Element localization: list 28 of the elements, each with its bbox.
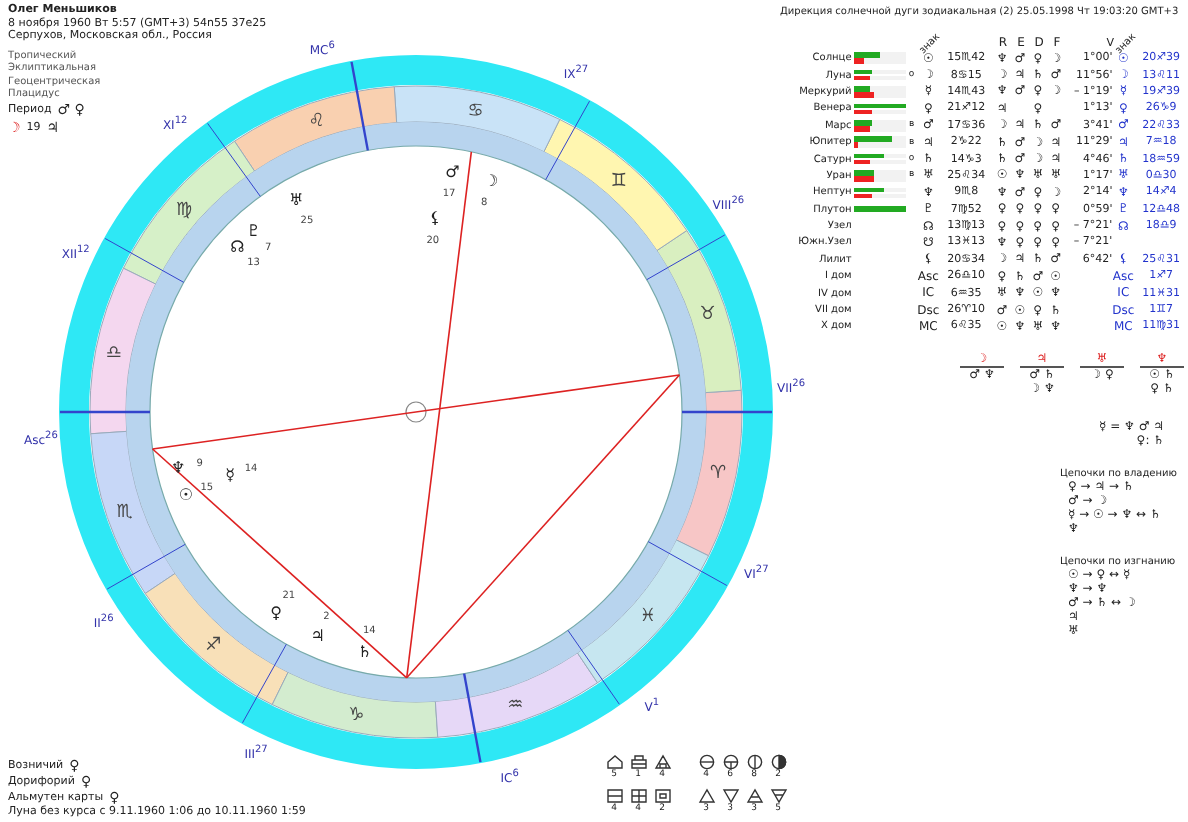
- planet-glyph: ♀: [270, 603, 282, 622]
- planet-glyph: ☿: [225, 466, 236, 485]
- zodiac-sign: ♍: [176, 201, 193, 222]
- tri-down-bar-icon: [769, 788, 787, 804]
- tri-up-bar-icon: [745, 788, 763, 804]
- zodiac-sign: ♉: [699, 304, 716, 325]
- zodiac-sign: ♈: [710, 463, 727, 484]
- planet-glyph: ☊: [230, 237, 245, 256]
- planet-glyph: ♆: [171, 458, 186, 477]
- zodiac-sign: ♓: [639, 606, 656, 627]
- zodiac-sign: ♎: [105, 344, 122, 365]
- planet-glyph: ⚸: [429, 208, 441, 227]
- planet-glyph: ☽: [483, 171, 499, 190]
- zodiac-sign: ♋: [467, 101, 484, 122]
- planet-glyph: ☉: [178, 485, 194, 504]
- tri-down-icon: [721, 788, 739, 804]
- zodiac-sign: ♒: [507, 695, 524, 716]
- planet-glyph: ♂: [445, 162, 460, 181]
- zodiac-sign: ♐: [205, 635, 222, 656]
- zodiac-sign: ♑: [348, 706, 365, 727]
- zodiac-sign: ♏: [116, 503, 133, 524]
- zodiac-sign: ♊: [610, 172, 627, 193]
- planet-glyph: ♃: [310, 627, 325, 646]
- zodiac-sign: ♌: [308, 112, 325, 133]
- planet-glyph: ♇: [246, 221, 261, 240]
- planet-glyph: ♅: [288, 191, 304, 210]
- planet-glyph: ♄: [357, 642, 372, 661]
- tri-up-icon: [697, 788, 715, 804]
